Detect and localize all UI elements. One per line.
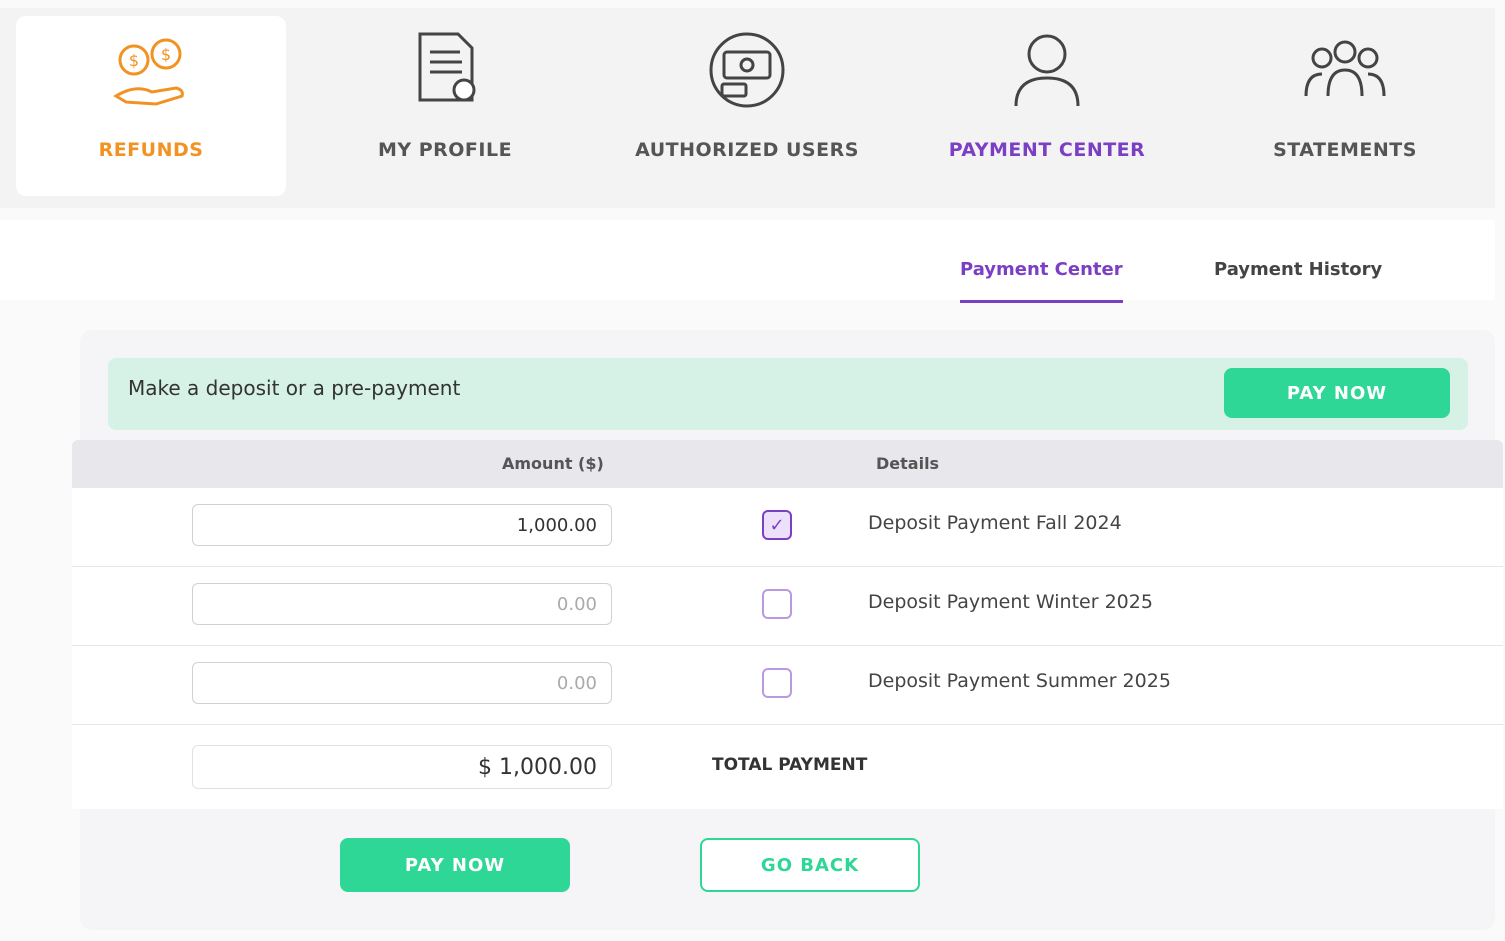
amount-input-row-2[interactable] [192, 583, 612, 625]
total-amount: $ 1,000.00 [192, 745, 612, 789]
group-icon [1304, 40, 1386, 97]
nav-label-my-profile: MY PROFILE [377, 139, 513, 161]
nav-item-payment-center[interactable]: PAYMENT CENTER [912, 16, 1182, 196]
table-row: Deposit Payment Summer 2025 [72, 646, 1503, 725]
nav-item-my-profile[interactable]: MY PROFILE [310, 16, 580, 196]
tab-payment-center[interactable]: Payment Center [960, 240, 1123, 303]
nav-label-payment-center: PAYMENT CENTER [948, 139, 1146, 161]
document-user-icon [418, 32, 476, 102]
row-checkbox-2[interactable] [762, 589, 792, 619]
table-row: ✓ Deposit Payment Fall 2024 [72, 488, 1503, 567]
pay-now-top-button[interactable]: PAY NOW [1224, 368, 1450, 418]
deposit-prompt-bar: Make a deposit or a pre-payment PAY NOW [108, 358, 1468, 430]
app-root: $ $ REFUNDS MY PROFILE AUTHORIZED USERS … [0, 0, 1505, 941]
nav-label-refunds: REFUNDS [98, 139, 204, 161]
total-label: TOTAL PAYMENT [712, 755, 868, 775]
row-details-3: Deposit Payment Summer 2025 [868, 670, 1171, 692]
row-details-1: Deposit Payment Fall 2024 [868, 512, 1122, 534]
payment-subtabs: Payment Center Payment History [0, 220, 1495, 303]
table-header: Amount ($) Details [72, 440, 1503, 488]
tab-payment-history[interactable]: Payment History [1214, 240, 1382, 300]
go-back-button[interactable]: GO BACK [700, 838, 920, 892]
nav-item-refunds[interactable]: $ $ REFUNDS [16, 16, 286, 196]
person-icon [1014, 34, 1080, 107]
nav-label-authorized-users: AUTHORIZED USERS [635, 139, 859, 161]
nav-label-statements: STATEMENTS [1273, 139, 1417, 161]
nav-item-authorized-users[interactable]: AUTHORIZED USERS [612, 16, 882, 196]
row-details-2: Deposit Payment Winter 2025 [868, 591, 1153, 613]
payment-table: Amount ($) Details ✓ Deposit Payment Fal… [72, 440, 1503, 809]
payment-cash-icon [709, 32, 785, 108]
top-navigation: $ $ REFUNDS MY PROFILE AUTHORIZED USERS … [0, 8, 1495, 208]
amount-input-row-1[interactable] [192, 504, 612, 546]
column-header-amount: Amount ($) [502, 454, 604, 473]
svg-text:$: $ [161, 45, 171, 64]
money-hand-icon: $ $ [113, 38, 184, 106]
check-icon: ✓ [769, 514, 785, 536]
table-row: Deposit Payment Winter 2025 [72, 567, 1503, 646]
pay-now-button[interactable]: PAY NOW [340, 838, 570, 892]
svg-text:$: $ [129, 51, 139, 70]
amount-input-row-3[interactable] [192, 662, 612, 704]
action-buttons: PAY NOW GO BACK [0, 820, 1495, 910]
row-checkbox-1[interactable]: ✓ [762, 510, 792, 540]
row-checkbox-3[interactable] [762, 668, 792, 698]
column-header-details: Details [876, 454, 940, 473]
nav-item-statements[interactable]: STATEMENTS [1210, 16, 1480, 196]
deposit-prompt-text: Make a deposit or a pre-payment [128, 376, 461, 400]
total-row: $ 1,000.00 TOTAL PAYMENT [72, 725, 1503, 809]
